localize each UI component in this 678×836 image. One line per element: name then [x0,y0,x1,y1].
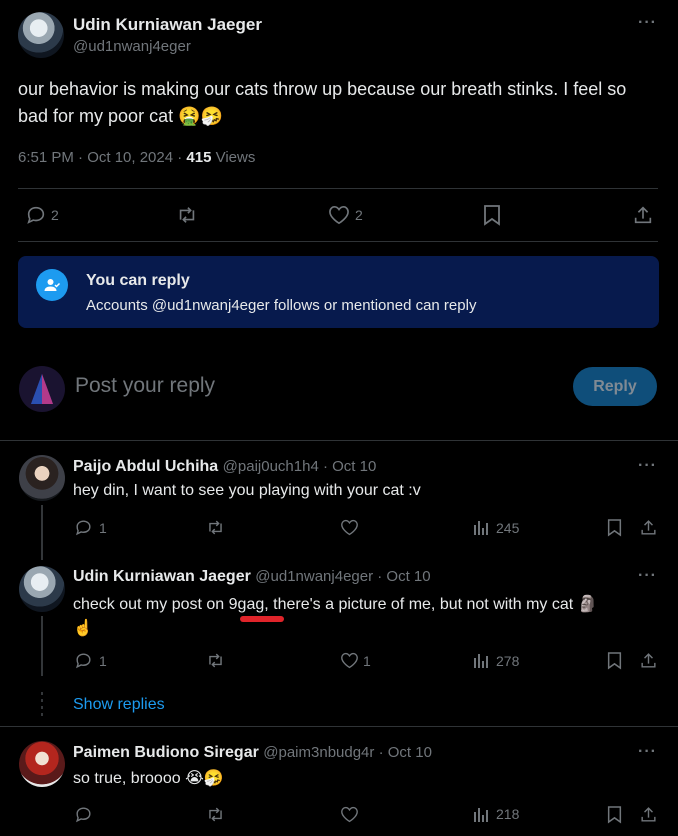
reply-count: 1 [99,520,107,536]
views-count: 278 [496,653,520,669]
reply-text-before: check out my post on [73,596,229,613]
reply-handle-date[interactable]: @ud1nwanj4eger · Oct 10 [255,568,430,585]
reply-text-after: , there's a picture of me, but not with … [264,596,598,613]
reply-handle-date[interactable]: @paij0uch1h4 · Oct 10 [223,458,377,475]
author-display-name[interactable]: Udin Kurniawan Jaeger [73,15,262,35]
reply-display-name[interactable]: Paimen Budiono Siregar [73,744,259,761]
reply-handle-date[interactable]: @paim3nbudg4r · Oct 10 [263,744,432,761]
share-icon[interactable] [638,517,658,537]
views-label: Views [211,149,256,166]
more-options-icon[interactable]: ··· [638,457,657,475]
reply-icon[interactable] [24,203,48,227]
show-replies-link[interactable]: Show replies [73,696,165,714]
more-options-icon[interactable]: ··· [638,567,657,585]
like-count: 2 [355,207,363,223]
share-icon[interactable] [638,650,658,670]
like-icon[interactable] [339,517,359,537]
reply-text: check out my post on 9gag, there's a pic… [73,593,648,641]
reply-text: so true, broooo 😭🤧 [73,770,224,787]
like-icon[interactable] [339,804,359,824]
bookmark-icon[interactable] [480,203,504,227]
repost-icon[interactable] [204,804,226,824]
author-avatar[interactable] [18,12,64,58]
repost-icon[interactable] [175,203,199,227]
divider [0,440,678,441]
thread-dots [41,692,43,718]
notice-subtitle: Accounts @ud1nwanj4eger follows or menti… [86,297,477,314]
thread-line [41,505,43,560]
reply-icon[interactable] [73,517,93,537]
repost-icon[interactable] [204,517,226,537]
reply-count: 2 [51,207,59,223]
repost-icon[interactable] [204,650,226,670]
divider [0,726,678,727]
reply-text-link: 9gag [228,596,265,613]
reply-display-name[interactable]: Udin Kurniawan Jaeger [73,568,251,585]
reply-header: Paimen Budiono Siregar @paim3nbudg4r · O… [73,744,432,762]
reply-display-name[interactable]: Paijo Abdul Uchiha [73,458,218,475]
bookmark-icon[interactable] [605,804,623,824]
reply-avatar[interactable] [19,566,65,612]
notice-title: You can reply [86,272,190,289]
divider [18,188,658,189]
reply-text-line2: ☝️ [73,620,93,637]
like-icon[interactable] [339,650,359,670]
reply-icon[interactable] [73,650,93,670]
reply-avatar[interactable] [19,741,65,787]
views-count: 415 [186,149,212,166]
reply-count: 1 [99,653,107,669]
views-icon[interactable] [472,517,490,537]
views-count: 245 [496,520,520,536]
more-options-icon[interactable]: ··· [638,743,657,761]
like-count: 1 [363,653,371,669]
more-options-icon[interactable]: ··· [638,14,657,32]
share-icon[interactable] [631,203,655,227]
divider [18,241,658,242]
bookmark-icon[interactable] [605,517,623,537]
share-icon[interactable] [638,804,658,824]
reply-text: hey din, I want to see you playing with … [73,482,421,499]
reply-button[interactable]: Reply [573,367,657,406]
red-underline-annotation [240,616,284,622]
post-time[interactable]: 6:51 PM · Oct 10, 2024 · [18,149,186,166]
views-icon[interactable] [472,804,490,824]
reply-icon[interactable] [73,804,93,824]
reply-header: Paijo Abdul Uchiha @paij0uch1h4 · Oct 10 [73,458,376,476]
reply-permission-icon [36,269,68,301]
like-icon[interactable] [327,203,351,227]
views-count: 218 [496,806,520,822]
reply-input[interactable]: Post your reply [75,374,215,398]
post-text: our behavior is making our cats throw up… [18,79,627,126]
current-user-avatar[interactable] [19,366,65,412]
reply-header: Udin Kurniawan Jaeger @ud1nwanj4eger · O… [73,568,431,586]
author-handle[interactable]: @ud1nwanj4eger [73,38,191,55]
views-icon[interactable] [472,650,490,670]
reply-restriction-notice [18,256,659,328]
bookmark-icon[interactable] [605,650,623,670]
post-meta: 6:51 PM · Oct 10, 2024 · 415 Views [18,149,255,166]
thread-line [41,616,43,676]
reply-avatar[interactable] [19,455,65,501]
